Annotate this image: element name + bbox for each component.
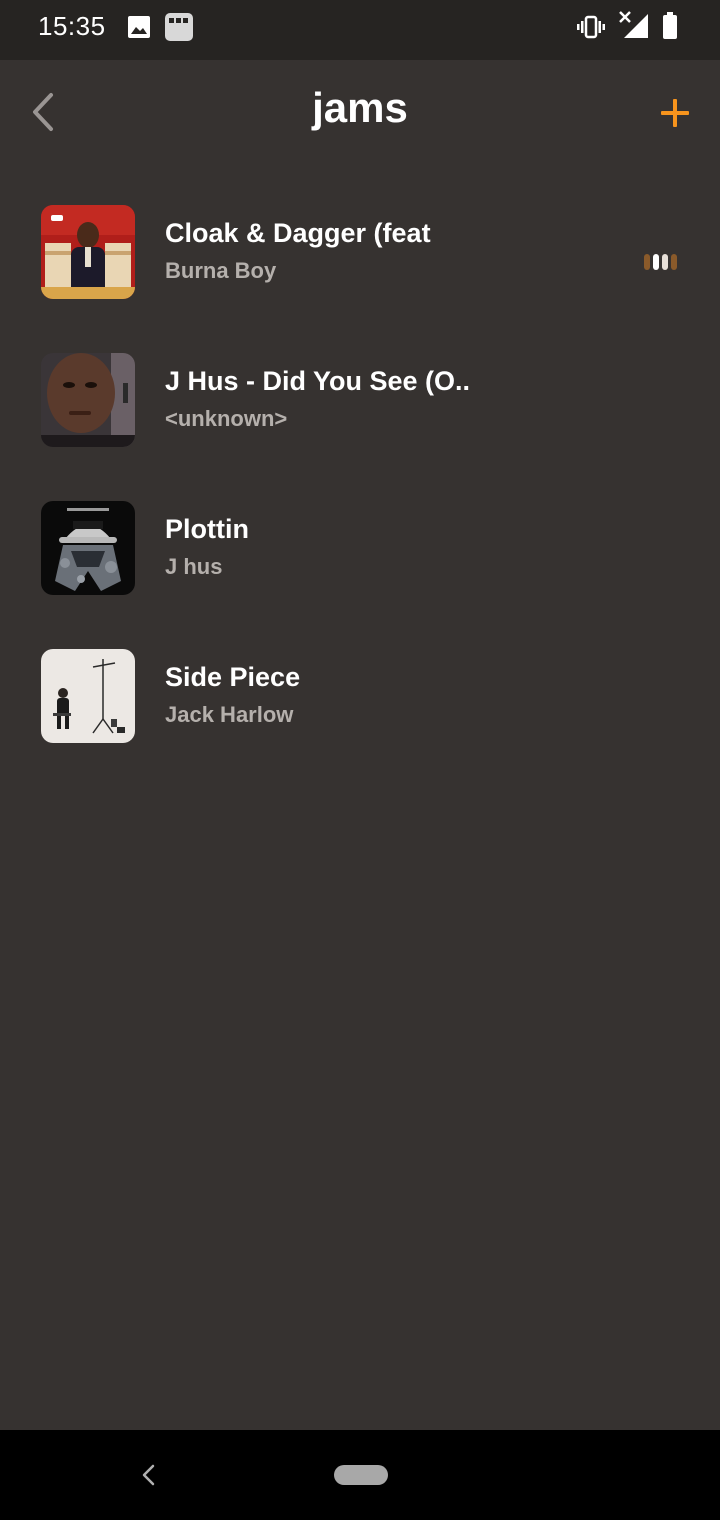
track-row[interactable]: Plottin J hus: [0, 496, 720, 644]
track-list: Cloak & Dagger (feat Burna Boy J Hus - D…: [0, 200, 720, 792]
track-artist: J hus: [165, 554, 223, 579]
track-title: Plottin: [165, 514, 249, 544]
album-artwork: [41, 353, 135, 447]
album-artwork: [41, 205, 135, 299]
page-title: jams: [312, 84, 408, 131]
nav-back-icon: [142, 1464, 155, 1486]
track-artist: Jack Harlow: [165, 702, 294, 727]
add-button[interactable]: [654, 92, 696, 134]
system-nav-bar: [0, 1430, 720, 1520]
battery-icon: [662, 12, 678, 45]
track-row[interactable]: Side Piece Jack Harlow: [0, 644, 720, 792]
track-title: Side Piece: [165, 662, 301, 692]
track-artist: <unknown>: [165, 406, 288, 431]
status-bar: 15:35: [0, 0, 720, 60]
status-time: 15:35: [38, 11, 106, 41]
now-playing-icon: [644, 254, 678, 270]
album-artwork: [41, 501, 135, 595]
home-pill-icon[interactable]: [334, 1465, 388, 1485]
app-notification-icon: [164, 12, 194, 47]
track-row[interactable]: J Hus - Did You See (O.. <unknown>: [0, 348, 720, 496]
track-title: Cloak & Dagger (feat: [165, 218, 431, 248]
plus-icon: [661, 99, 689, 127]
header: jams: [0, 60, 720, 170]
signal-no-data-icon: [618, 10, 650, 45]
image-icon: [127, 15, 151, 44]
vibrate-icon: [577, 15, 605, 44]
album-artwork: [41, 649, 135, 743]
nav-back-button[interactable]: [136, 1462, 162, 1488]
screen: 15:35 jams Cloak & Dagger (feat Burna Bo…: [0, 0, 720, 1520]
track-title: J Hus - Did You See (O..: [165, 366, 471, 396]
track-artist: Burna Boy: [165, 258, 277, 283]
track-row[interactable]: Cloak & Dagger (feat Burna Boy: [0, 200, 720, 348]
